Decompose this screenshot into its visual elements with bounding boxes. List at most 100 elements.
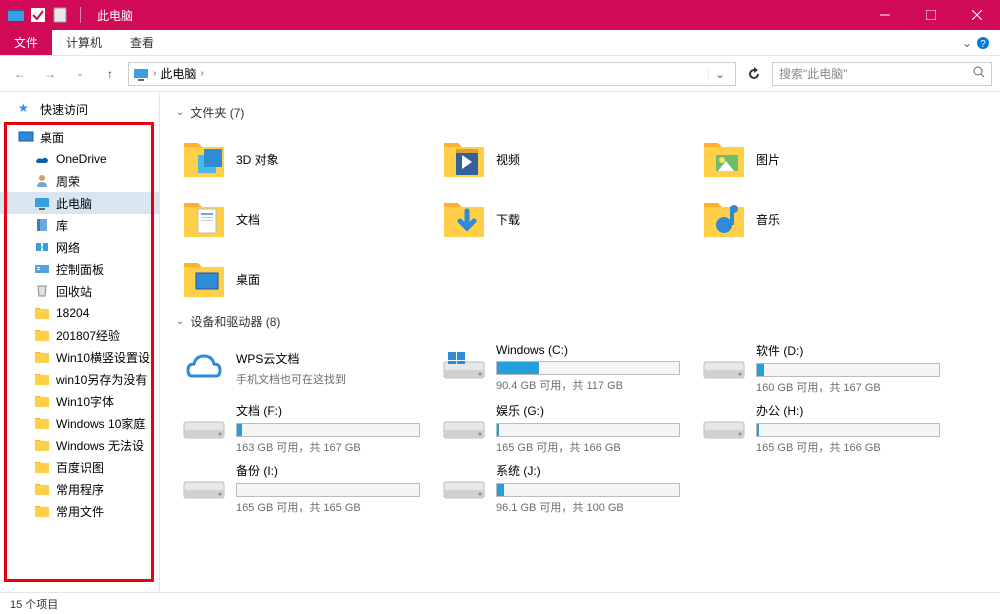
group-header-drives[interactable]: ⌄ 设备和驱动器 (8)	[176, 313, 984, 330]
tree-icon	[34, 195, 50, 211]
checkbox-icon[interactable]	[30, 7, 46, 23]
drive-icon	[440, 468, 488, 508]
cloud-icon	[180, 348, 228, 388]
folder-name: 图片	[756, 151, 780, 168]
drive-usage-bar	[236, 423, 420, 437]
sidebar-item-desktop[interactable]: 桌面	[0, 126, 159, 148]
chevron-right-icon: ›	[153, 68, 156, 79]
drive-name: 文档 (F:)	[236, 402, 420, 419]
drive-usage-bar	[496, 423, 680, 437]
drive-item[interactable]: 软件 (D:) 160 GB 可用，共 167 GB	[696, 338, 956, 398]
drive-name: 备份 (I:)	[236, 462, 420, 479]
drive-name: 软件 (D:)	[756, 342, 940, 359]
sidebar-item[interactable]: Windows 10家庭	[0, 412, 159, 434]
ribbon-help[interactable]: ⌄ ?	[962, 30, 1000, 55]
sidebar-item[interactable]: 控制面板	[0, 258, 159, 280]
search-box[interactable]: 搜索"此电脑"	[772, 62, 992, 86]
back-button[interactable]: ←	[8, 62, 32, 86]
drive-stats: 160 GB 可用，共 167 GB	[756, 379, 940, 395]
drive-icon	[700, 408, 748, 448]
refresh-button[interactable]	[742, 62, 766, 86]
drive-name: 系统 (J:)	[496, 462, 680, 479]
tab-computer[interactable]: 计算机	[52, 30, 116, 55]
folder-icon	[700, 195, 748, 243]
drive-item[interactable]: 系统 (J:) 96.1 GB 可用，共 100 GB	[436, 458, 696, 518]
search-icon	[973, 66, 985, 81]
group-title: 文件夹 (7)	[190, 104, 244, 121]
tree-icon	[34, 327, 50, 343]
navigation-bar: ← → ⌄ ↑ › 此电脑 › ⌄ 搜索"此电脑"	[0, 56, 1000, 92]
tab-view[interactable]: 查看	[116, 30, 168, 55]
group-title: 设备和驱动器 (8)	[190, 313, 280, 330]
sidebar-item[interactable]: 库	[0, 214, 159, 236]
drive-item[interactable]: 办公 (H:)165 GB 可用，共 166 GB	[696, 398, 956, 458]
sidebar-item[interactable]: 网络	[0, 236, 159, 258]
sidebar-item[interactable]: 常用文件	[0, 500, 159, 522]
forward-button[interactable]: →	[38, 62, 62, 86]
drive-item[interactable]: Windows (C:)90.4 GB 可用，共 117 GB	[436, 338, 696, 398]
sidebar-item[interactable]: OneDrive	[0, 148, 159, 170]
drive-icon	[180, 408, 228, 448]
folder-item[interactable]: 3D 对象	[176, 129, 436, 189]
tree-label: win10另存为没有	[56, 371, 147, 388]
tree-label: 18204	[56, 306, 89, 320]
sidebar-item-quick-access[interactable]: ★ 快速访问	[0, 98, 159, 120]
folder-item[interactable]: 音乐	[696, 189, 956, 249]
close-button[interactable]	[954, 0, 1000, 30]
folder-item[interactable]: 视频	[436, 129, 696, 189]
up-button[interactable]: ↑	[98, 62, 122, 86]
sidebar-item[interactable]: 18204	[0, 302, 159, 324]
sidebar-item[interactable]: 201807经验	[0, 324, 159, 346]
sidebar-item[interactable]: 回收站	[0, 280, 159, 302]
folder-item[interactable]: 文档	[176, 189, 436, 249]
tree-label: 控制面板	[56, 261, 104, 278]
minimize-button[interactable]	[862, 0, 908, 30]
sidebar-item[interactable]: Win10字体	[0, 390, 159, 412]
tree-icon	[34, 173, 50, 189]
address-bar[interactable]: › 此电脑 › ⌄	[128, 62, 736, 86]
folder-item[interactable]: 下载	[436, 189, 696, 249]
drive-item[interactable]: 娱乐 (G:)165 GB 可用，共 166 GB	[436, 398, 696, 458]
cloud-item[interactable]: WPS云文档手机文档也可在这找到	[176, 338, 436, 398]
folder-name: 视频	[496, 151, 520, 168]
tree-label: 201807经验	[56, 327, 120, 344]
folder-icon	[440, 195, 488, 243]
title-bar: 此电脑	[0, 0, 1000, 30]
drive-stats: 90.4 GB 可用，共 117 GB	[496, 377, 680, 393]
tree-label: 回收站	[56, 283, 92, 300]
breadcrumb-root[interactable]: 此电脑	[160, 65, 196, 82]
sidebar-item[interactable]: win10另存为没有	[0, 368, 159, 390]
sidebar-item[interactable]: Windows 无法设	[0, 434, 159, 456]
tab-file[interactable]: 文件	[0, 30, 52, 55]
address-dropdown[interactable]: ⌄	[708, 67, 731, 81]
folder-name: 下载	[496, 211, 520, 228]
drive-stats: 96.1 GB 可用，共 100 GB	[496, 499, 680, 515]
drive-item[interactable]: 文档 (F:)163 GB 可用，共 167 GB	[176, 398, 436, 458]
folder-item[interactable]: 桌面	[176, 249, 436, 309]
sidebar-item[interactable]: Win10横竖设置设	[0, 346, 159, 368]
drive-stats: 165 GB 可用，共 166 GB	[756, 439, 940, 455]
folder-icon	[180, 195, 228, 243]
tree-label: 常用文件	[56, 503, 104, 520]
tree-label: 库	[56, 217, 68, 234]
sidebar-item[interactable]: 周荣	[0, 170, 159, 192]
tree-label: Win10横竖设置设	[56, 349, 150, 366]
properties-icon[interactable]	[52, 7, 68, 23]
drive-sub: 手机文档也可在这找到	[236, 371, 420, 387]
sidebar-item[interactable]: 常用程序	[0, 478, 159, 500]
navigation-pane: ★ 快速访问 桌面 OneDrive周荣此电脑库网络控制面板回收站 18204 20…	[0, 92, 160, 592]
folder-item[interactable]: 图片	[696, 129, 956, 189]
drive-item[interactable]: 备份 (I:)165 GB 可用，共 165 GB	[176, 458, 436, 518]
status-text: 15 个项目	[10, 596, 58, 612]
maximize-button[interactable]	[908, 0, 954, 30]
group-header-folders[interactable]: ⌄ 文件夹 (7)	[176, 104, 984, 121]
drive-usage-bar	[496, 361, 680, 375]
sidebar-item[interactable]: 百度识图	[0, 456, 159, 478]
recent-dropdown[interactable]: ⌄	[68, 62, 92, 86]
content-pane: ⌄ 文件夹 (7) 3D 对象 视频 图片文档 下载 音乐桌面 ⌄ 设备和驱动器 (8)…	[160, 92, 1000, 592]
tree-icon	[34, 415, 50, 431]
star-icon: ★	[18, 101, 34, 117]
tree-label: Windows 10家庭	[56, 415, 145, 432]
tree-icon	[34, 459, 50, 475]
sidebar-item[interactable]: 此电脑	[0, 192, 159, 214]
